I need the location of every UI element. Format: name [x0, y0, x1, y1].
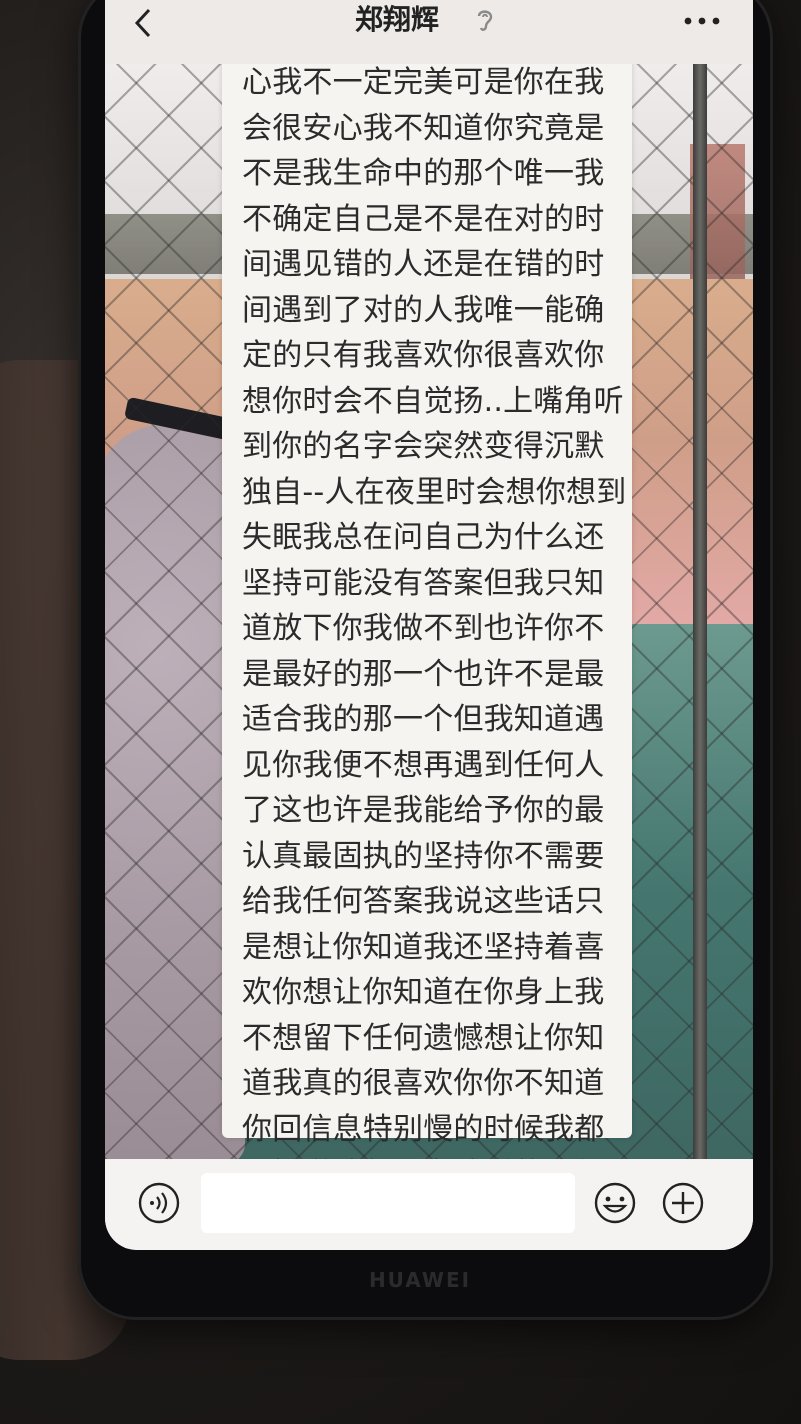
- wallpaper-fence-pole: [693, 64, 707, 1159]
- message-input[interactable]: [201, 1173, 575, 1233]
- message-bubble[interactable]: 心我不一定完美可是你在我会很安心我不知道你究竟是不是我生命中的那个唯一我不确定自…: [222, 40, 632, 1250]
- chat-title[interactable]: 郑翔辉: [355, 0, 439, 40]
- message-text: 心我不一定完美可是你在我会很安心我不知道你究竟是不是我生命中的那个唯一我不确定自…: [242, 65, 627, 1250]
- chat-header: 郑翔辉: [105, 0, 753, 64]
- more-dots-icon[interactable]: [680, 6, 724, 36]
- photo-scene: 郑翔辉 心我不一定完美可是你在我会很安心我不知道你究竟是不是我生命中的那个唯一我…: [0, 0, 801, 1424]
- voice-icon[interactable]: [137, 1181, 181, 1225]
- emoji-icon[interactable]: [593, 1181, 637, 1225]
- chat-screen: 郑翔辉 心我不一定完美可是你在我会很安心我不知道你究竟是不是我生命中的那个唯一我…: [105, 0, 753, 1250]
- chat-input-bar: [105, 1159, 753, 1250]
- ear-icon: [477, 10, 493, 31]
- phone-brand-logo: HUAWEI: [368, 1268, 472, 1292]
- plus-icon[interactable]: [661, 1181, 705, 1225]
- chevron-left-icon[interactable]: [127, 6, 161, 40]
